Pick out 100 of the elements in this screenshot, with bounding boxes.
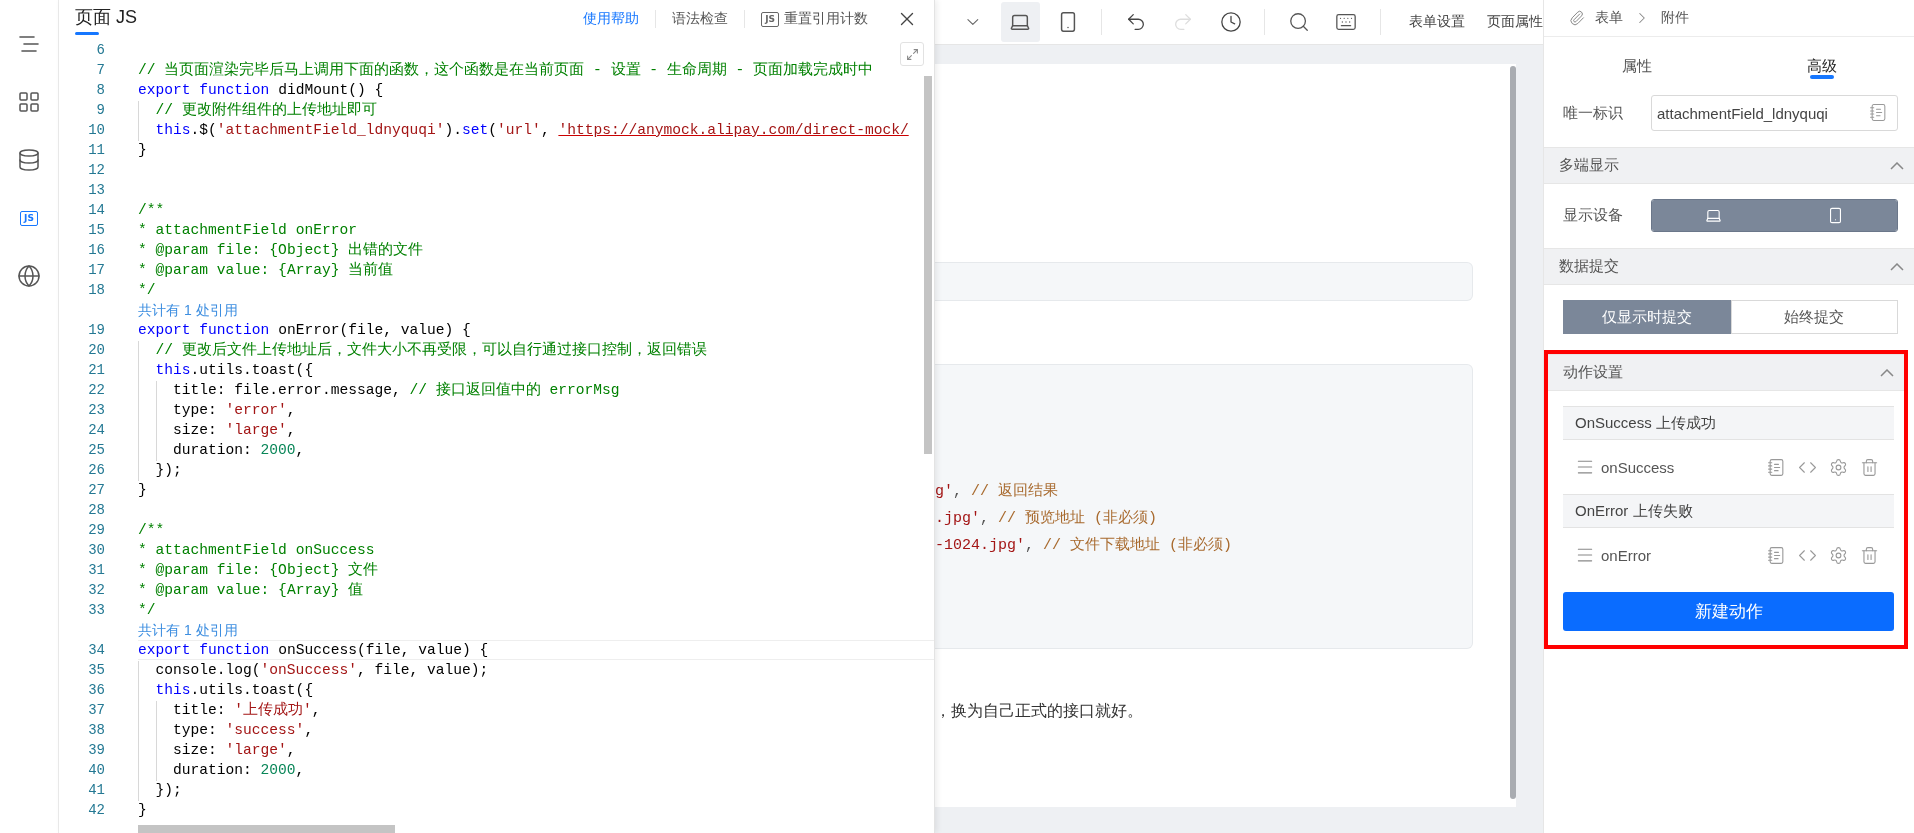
line-number: 36 <box>87 682 105 698</box>
line-number: 21 <box>87 362 105 378</box>
tab[interactable]: 属性 <box>1544 37 1729 83</box>
line-number: 31 <box>87 562 105 578</box>
reference-count-link[interactable]: 共计有 1 处引用 <box>138 300 238 320</box>
line-number: 24 <box>87 422 105 438</box>
line-number: 32 <box>87 582 105 598</box>
toolbar-link[interactable]: 页面属性 <box>1487 13 1544 31</box>
device-option[interactable] <box>1652 200 1775 231</box>
line-number: 38 <box>87 722 105 738</box>
line-number: 15 <box>87 222 105 238</box>
line-number: 11 <box>87 142 105 158</box>
line-number: 18 <box>87 282 105 298</box>
code-line: this.$('attachmentField_ldnyquqi').set('url', 'https://anymock.alipay.com/direct-mock/ <box>138 120 934 140</box>
line-number: 14 <box>87 202 105 218</box>
event-header: OnError 上传失败 <box>1563 494 1894 528</box>
reference-count-link[interactable]: 共计有 1 处引用 <box>138 620 238 640</box>
code-line: * @param value: {Array} 值 <box>138 581 365 600</box>
action-name: onSuccess <box>1601 458 1675 476</box>
code-line: // 更改附件组件的上传地址即可 <box>138 100 934 120</box>
section-title: 数据提交 <box>1559 257 1619 276</box>
code-line: }); <box>138 460 934 480</box>
code-line: duration: 2000, <box>138 760 934 780</box>
action-name: onError <box>1601 546 1652 564</box>
line-number: 9 <box>95 102 105 118</box>
code-line: type: 'success', <box>138 720 934 740</box>
toolbar-link[interactable]: 表单设置 <box>1409 13 1466 31</box>
line-number: 23 <box>87 402 105 418</box>
breadcrumb-item[interactable]: 附件 <box>1661 9 1689 27</box>
line-number: 35 <box>87 662 105 678</box>
code-line: * attachmentField onSuccess <box>138 541 376 560</box>
syntax-check-button[interactable]: 语法检查 <box>656 10 746 28</box>
section-header[interactable]: 数据提交 <box>1544 248 1914 285</box>
section-title: 动作设置 <box>1563 363 1623 382</box>
rail-button[interactable]: JS <box>14 204 44 232</box>
code-line: title: '上传成功', <box>138 700 934 720</box>
expand-button[interactable] <box>900 42 924 66</box>
section-title: 多端显示 <box>1559 156 1619 175</box>
id-field[interactable]: attachmentField_ldnyquqi <box>1651 95 1898 131</box>
code-line: } <box>138 801 148 820</box>
scrollbar[interactable] <box>138 825 395 833</box>
section-header[interactable]: 动作设置 <box>1548 354 1904 391</box>
help-link[interactable]: 使用帮助 <box>567 10 657 28</box>
tab[interactable]: 高级 <box>1729 37 1914 83</box>
device-button[interactable] <box>1000 2 1040 42</box>
js-icon: JS <box>20 210 38 226</box>
code-line: */ <box>138 281 157 300</box>
code-line: this.utils.toast({ <box>138 680 934 700</box>
code-line: /** <box>138 201 166 220</box>
code-line: type: 'error', <box>138 400 934 420</box>
collapse-icon <box>1880 368 1894 377</box>
code-line: } <box>138 141 148 160</box>
line-number: 26 <box>87 462 105 478</box>
code-line: } <box>138 481 148 500</box>
note-text: ，换为自己正式的接口就好。 <box>935 701 1143 721</box>
line-number: 42 <box>87 802 105 818</box>
code-line: duration: 2000, <box>138 440 934 460</box>
code-line: * @param file: {Object} 文件 <box>138 560 380 580</box>
line-number: 39 <box>87 742 105 758</box>
line-number: 37 <box>87 702 105 718</box>
search-icon <box>1288 11 1311 33</box>
code-line: * @param value: {Array} 当前值 <box>138 260 395 280</box>
scrollbar[interactable] <box>1510 66 1516 799</box>
code-line: this.utils.toast({ <box>138 360 934 380</box>
code-line: export function didMount() { <box>138 81 385 100</box>
line-number: 16 <box>87 242 105 258</box>
line-number: 27 <box>87 482 105 498</box>
code-line: export function onError(file, value) { <box>138 321 472 340</box>
laptop-icon <box>1704 207 1722 224</box>
code-line: export function onSuccess(file, value) { <box>138 640 934 660</box>
line-number: 40 <box>87 762 105 778</box>
code-line: .jpg', // 预览地址 (非必须) <box>935 508 1158 529</box>
scrollbar[interactable] <box>924 76 932 454</box>
line-number: 20 <box>87 342 105 358</box>
line-number: 13 <box>87 182 105 198</box>
code-line: // 更改后文件上传地址后，文件大小不再受限，可以自行通过接口控制，返回错误 <box>138 340 934 360</box>
code-line: * attachmentField onError <box>138 221 358 240</box>
line-number: 28 <box>87 502 105 518</box>
code-line: console.log('onSuccess', file, value); <box>138 660 934 680</box>
line-number: 17 <box>87 262 105 278</box>
line-number: 8 <box>95 82 105 98</box>
reset-count-button[interactable]: JS 重置引用计数 <box>745 10 884 28</box>
event-header: OnSuccess 上传成功 <box>1563 406 1894 440</box>
database-icon <box>17 148 41 172</box>
new-action-button[interactable]: 新建动作 <box>1563 592 1894 631</box>
collapse-icon <box>1890 161 1904 170</box>
grid-icon <box>17 90 41 114</box>
field-label: 显示设备 <box>1563 206 1624 225</box>
breadcrumb-item[interactable]: 表单 <box>1595 9 1623 27</box>
submit-option[interactable]: 仅显示时提交 <box>1563 300 1731 334</box>
section-header[interactable]: 多端显示 <box>1544 147 1914 184</box>
line-number: 6 <box>95 42 105 58</box>
notes-icon[interactable] <box>1869 103 1888 122</box>
line-number: 10 <box>87 122 105 138</box>
submit-option[interactable]: 始终提交 <box>1730 300 1898 334</box>
code-line: /** <box>138 521 166 540</box>
line-number: 29 <box>87 522 105 538</box>
code-line: }); <box>138 780 934 800</box>
paperclip-icon <box>1569 10 1585 26</box>
line-number: 41 <box>87 782 105 798</box>
